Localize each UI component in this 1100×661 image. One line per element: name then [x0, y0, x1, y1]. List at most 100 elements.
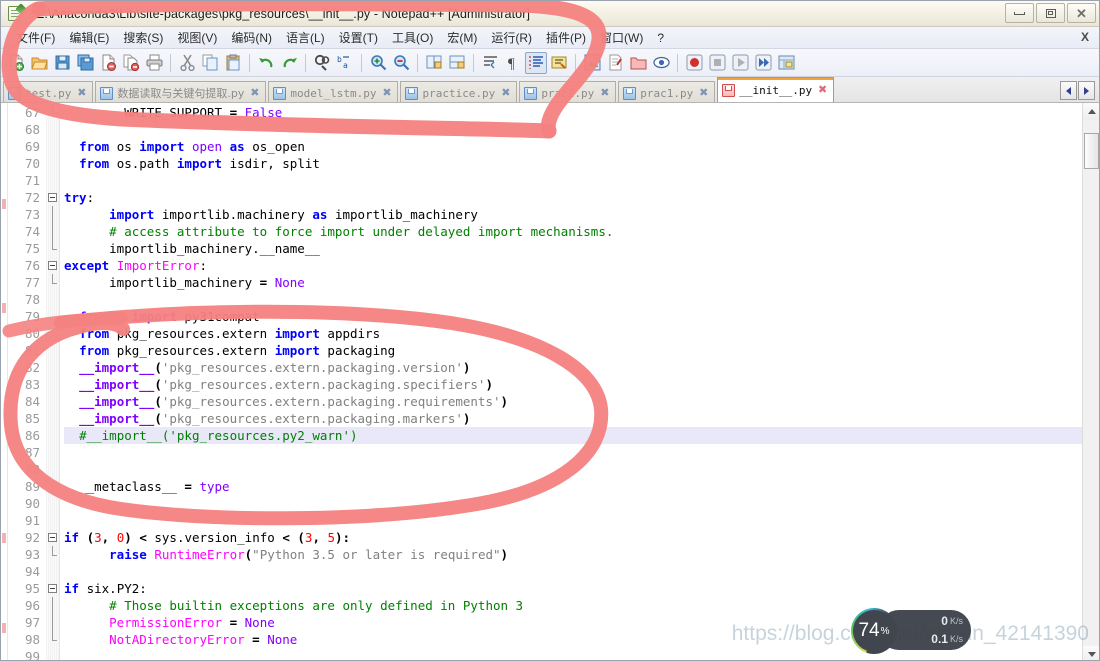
code-line[interactable]: from pkg_resources.extern import appdirs [64, 325, 1082, 342]
code-line[interactable]: __metaclass__ = type [64, 478, 1082, 495]
code-line[interactable] [64, 563, 1082, 580]
menu-help[interactable]: ? [650, 29, 671, 47]
show-all-chars-icon[interactable]: ¶ [502, 52, 524, 74]
cut-icon[interactable] [176, 52, 198, 74]
tab-close-icon[interactable]: ✖ [817, 84, 828, 96]
stop-record-icon[interactable] [706, 52, 728, 74]
fast-play-macro-icon[interactable] [752, 52, 774, 74]
minimize-button[interactable] [1005, 3, 1034, 23]
code-line[interactable]: __import__('pkg_resources.extern.packagi… [64, 359, 1082, 376]
close-file-icon[interactable] [97, 52, 119, 74]
menu-tools[interactable]: 工具(O) [385, 27, 440, 48]
close-document-button[interactable]: X [1081, 30, 1089, 44]
fold-toggle-icon[interactable] [48, 261, 57, 270]
tab-close-icon[interactable]: ✖ [381, 87, 392, 99]
bookmark-margin[interactable] [1, 103, 8, 660]
replace-icon[interactable]: ba [334, 52, 356, 74]
code-line[interactable]: from pkg_resources.extern import packagi… [64, 342, 1082, 359]
new-file-icon[interactable] [5, 52, 27, 74]
tab-close-icon[interactable]: ✖ [249, 87, 260, 99]
record-macro-icon[interactable] [683, 52, 705, 74]
menu-search[interactable]: 搜索(S) [116, 27, 170, 48]
folder-as-workspace-icon[interactable] [650, 52, 672, 74]
code-line[interactable]: except ImportError: [64, 257, 1082, 274]
code-folding-margin[interactable] [46, 103, 60, 660]
code-line[interactable]: __import__('pkg_resources.extern.packagi… [64, 410, 1082, 427]
code-line[interactable]: if six.PY2: [64, 580, 1082, 597]
system-monitor-widget[interactable]: 0 K/s 0.1 K/s 74% [851, 608, 971, 652]
menu-file[interactable]: 文件(F) [9, 27, 62, 48]
code-line[interactable] [64, 461, 1082, 478]
code-line[interactable] [64, 121, 1082, 138]
vertical-scrollbar-thumb[interactable] [1084, 133, 1099, 169]
code-line[interactable]: try: [64, 189, 1082, 206]
tab-prac2-py[interactable]: prac2.py ✖ [519, 81, 617, 102]
fold-toggle-icon[interactable] [48, 533, 57, 542]
save-icon[interactable] [51, 52, 73, 74]
word-wrap-icon[interactable] [479, 52, 501, 74]
code-line[interactable]: __import__('pkg_resources.extern.packagi… [64, 393, 1082, 410]
document-map-icon[interactable] [604, 52, 626, 74]
tab-close-icon[interactable]: ✖ [599, 87, 610, 99]
user-define-dialog-icon[interactable] [581, 52, 603, 74]
code-line[interactable]: __import__('pkg_resources.extern.packagi… [64, 376, 1082, 393]
cpu-usage-dial[interactable]: 74% [851, 608, 897, 654]
menu-encoding[interactable]: 编码(N) [224, 27, 279, 48]
menu-run[interactable]: 运行(R) [484, 27, 539, 48]
zoom-out-icon[interactable] [390, 52, 412, 74]
code-line[interactable] [64, 495, 1082, 512]
menu-edit[interactable]: 编辑(E) [62, 27, 116, 48]
tab-prac1-py[interactable]: prac1.py ✖ [618, 81, 716, 102]
zoom-in-icon[interactable] [367, 52, 389, 74]
paste-icon[interactable] [222, 52, 244, 74]
scroll-up-button[interactable] [1083, 103, 1099, 120]
menu-plugins[interactable]: 插件(P) [539, 27, 593, 48]
menu-macro[interactable]: 宏(M) [440, 27, 484, 48]
menu-window[interactable]: 窗口(W) [593, 27, 650, 48]
code-line[interactable]: from . import py31compat [64, 308, 1082, 325]
code-line[interactable]: importlib_machinery.__name__ [64, 240, 1082, 257]
menu-view[interactable]: 视图(V) [170, 27, 224, 48]
fold-toggle-icon[interactable] [48, 193, 57, 202]
code-line[interactable]: from os import open as os_open [64, 138, 1082, 155]
code-line[interactable]: if (3, 0) < sys.version_info < (3, 5): [64, 529, 1082, 546]
open-file-icon[interactable] [28, 52, 50, 74]
play-macro-icon[interactable] [729, 52, 751, 74]
code-line[interactable] [64, 444, 1082, 461]
save-macro-icon[interactable] [775, 52, 797, 74]
code-line[interactable]: #__import__('pkg_resources.py2_warn') [64, 427, 1082, 444]
code-line[interactable]: import importlib.machinery as importlib_… [64, 206, 1082, 223]
code-text-area[interactable]: WRITE_SUPPORT = False from os import ope… [60, 103, 1082, 660]
scroll-down-button[interactable] [1083, 646, 1099, 660]
redo-icon[interactable] [278, 52, 300, 74]
code-line[interactable]: from os.path import isdir, split [64, 155, 1082, 172]
vertical-scrollbar[interactable] [1082, 103, 1099, 660]
function-list-icon[interactable] [627, 52, 649, 74]
indent-guide-icon[interactable] [525, 51, 547, 74]
code-line[interactable] [64, 291, 1082, 308]
save-all-icon[interactable] [74, 52, 96, 74]
scroll-tabs-right-button[interactable] [1078, 81, 1095, 100]
code-line[interactable]: importlib_machinery = None [64, 274, 1082, 291]
code-line[interactable] [64, 512, 1082, 529]
tab-model-lstm-py[interactable]: model_lstm.py ✖ [268, 81, 399, 102]
show-ui-icon[interactable] [548, 52, 570, 74]
print-icon[interactable] [143, 52, 165, 74]
tab-close-icon[interactable]: ✖ [698, 87, 709, 99]
tab-test-py[interactable]: test.py ✖ [3, 81, 94, 102]
tab-close-icon[interactable]: ✖ [76, 87, 87, 99]
tab-data-extraction-py[interactable]: 数据读取与关键句提取.py ✖ [95, 81, 267, 102]
sync-horizontal-icon[interactable] [446, 52, 468, 74]
fold-toggle-icon[interactable] [48, 584, 57, 593]
undo-icon[interactable] [255, 52, 277, 74]
tab-close-icon[interactable]: ✖ [500, 87, 511, 99]
find-icon[interactable] [311, 52, 333, 74]
menu-settings[interactable]: 设置(T) [332, 27, 385, 48]
code-line[interactable]: # access attribute to force import under… [64, 223, 1082, 240]
close-all-icon[interactable] [120, 52, 142, 74]
menu-language[interactable]: 语言(L) [279, 27, 332, 48]
sync-vertical-icon[interactable] [423, 52, 445, 74]
code-line[interactable]: raise RuntimeError("Python 3.5 or later … [64, 546, 1082, 563]
tab-practice-py[interactable]: practice.py ✖ [400, 81, 518, 102]
scroll-tabs-left-button[interactable] [1060, 81, 1077, 100]
